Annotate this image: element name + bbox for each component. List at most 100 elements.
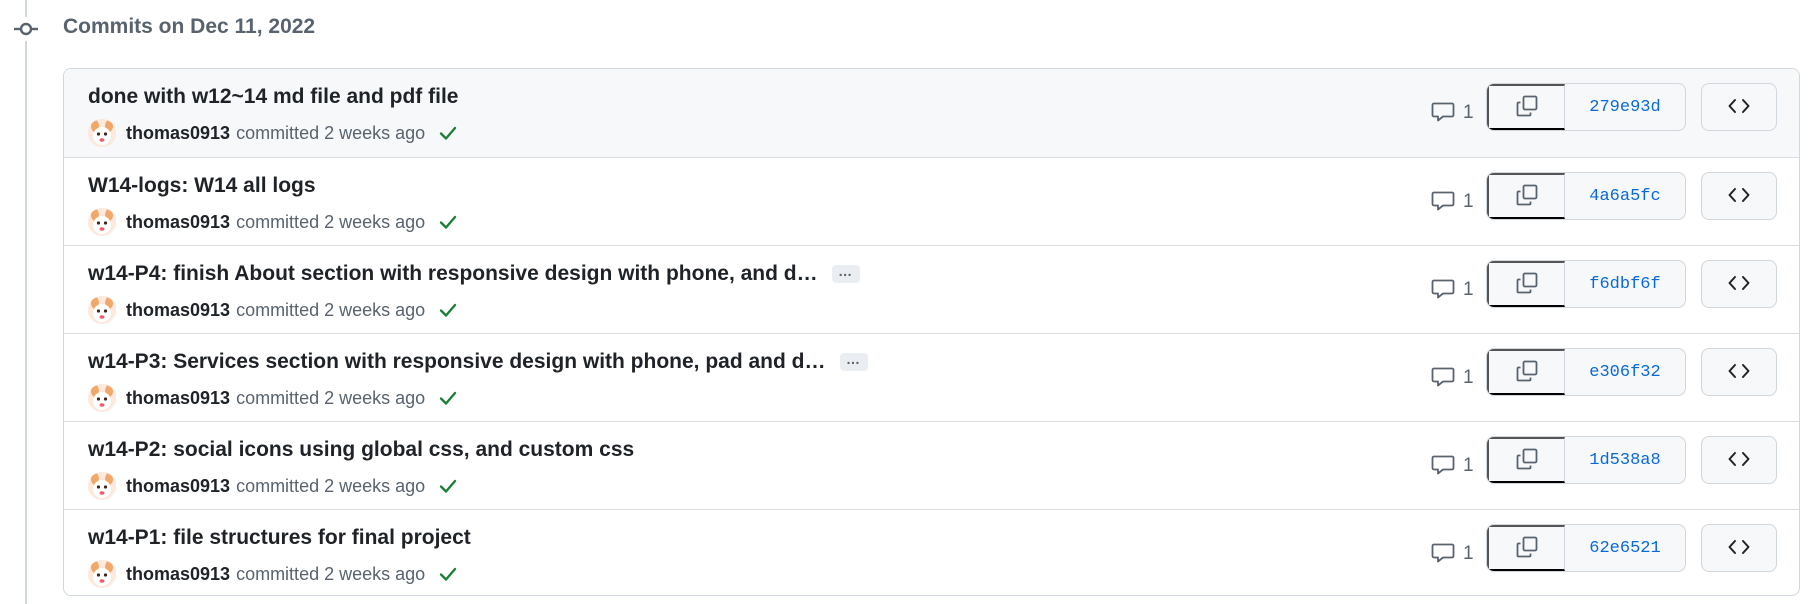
browse-repo-button[interactable] (1701, 524, 1777, 572)
check-icon[interactable] (437, 563, 459, 585)
author-link[interactable]: thomas0913 (126, 300, 230, 321)
commit-row: w14-P1: file structures for final projec… (64, 509, 1799, 595)
author-link[interactable]: thomas0913 (126, 564, 230, 585)
author-link[interactable]: thomas0913 (126, 476, 230, 497)
commit-title-wrap: w14-P4: finish About section with respon… (88, 260, 860, 288)
commit-title-link[interactable]: done with w12~14 md file and pdf file (88, 85, 458, 109)
avatar[interactable] (88, 296, 116, 324)
comments-link[interactable]: 1 (1431, 364, 1474, 392)
timeline-line (25, 0, 27, 604)
comment-count: 1 (1463, 279, 1474, 300)
sha-button-group: 279e93d (1486, 83, 1686, 131)
commit-row: w14-P2: social icons using global css, a… (64, 421, 1799, 509)
comment-icon (1431, 276, 1455, 305)
commit-title-link[interactable]: w14-P1: file structures for final projec… (88, 526, 471, 550)
copy-sha-button[interactable] (1487, 261, 1565, 307)
comment-count: 1 (1463, 102, 1474, 123)
comments-link[interactable]: 1 (1431, 540, 1474, 568)
commit-sha-link[interactable]: f6dbf6f (1565, 261, 1685, 307)
copy-sha-button[interactable] (1487, 349, 1565, 395)
code-icon (1727, 535, 1751, 562)
commit-title-wrap: w14-P2: social icons using global css, a… (88, 436, 634, 464)
comment-count: 1 (1463, 367, 1474, 388)
commit-list: done with w12~14 md file and pdf file th… (63, 68, 1800, 596)
code-icon (1727, 183, 1751, 210)
commit-title-link[interactable]: W14-logs: W14 all logs (88, 174, 316, 198)
commit-row: w14-P4: finish About section with respon… (64, 245, 1799, 333)
commit-sha-link[interactable]: 1d538a8 (1565, 437, 1685, 483)
avatar[interactable] (88, 119, 116, 147)
comments-link[interactable]: 1 (1431, 188, 1474, 216)
copy-icon (1515, 94, 1539, 121)
commit-title-wrap: w14-P3: Services section with responsive… (88, 348, 868, 376)
commit-title-link[interactable]: w14-P2: social icons using global css, a… (88, 438, 634, 462)
avatar[interactable] (88, 472, 116, 500)
author-link[interactable]: thomas0913 (126, 388, 230, 409)
copy-sha-button[interactable] (1487, 525, 1565, 571)
author-link[interactable]: thomas0913 (126, 212, 230, 233)
expand-message-button[interactable]: … (839, 352, 868, 371)
author-link[interactable]: thomas0913 (126, 123, 230, 144)
avatar[interactable] (88, 208, 116, 236)
commit-meta: thomas0913 committed 2 weeks ago (88, 296, 459, 324)
commit-sha-link[interactable]: 62e6521 (1565, 525, 1685, 571)
commit-title-wrap: done with w12~14 md file and pdf file (88, 83, 458, 111)
commit-row: done with w12~14 md file and pdf file th… (64, 69, 1799, 157)
expand-message-button[interactable]: … (831, 264, 860, 283)
comments-link[interactable]: 1 (1431, 99, 1474, 127)
commit-sha-link[interactable]: e306f32 (1565, 349, 1685, 395)
copy-icon (1515, 535, 1539, 562)
copy-icon (1515, 183, 1539, 210)
comment-icon (1431, 452, 1455, 481)
git-commit-icon (14, 17, 38, 41)
comment-icon (1431, 188, 1455, 217)
copy-sha-button[interactable] (1487, 437, 1565, 483)
commit-time: committed 2 weeks ago (236, 563, 426, 584)
code-icon (1727, 271, 1751, 298)
check-icon[interactable] (437, 387, 459, 409)
browse-repo-button[interactable] (1701, 348, 1777, 396)
check-icon[interactable] (437, 211, 459, 233)
code-icon (1727, 359, 1751, 386)
browse-repo-button[interactable] (1701, 436, 1777, 484)
commit-meta: thomas0913 committed 2 weeks ago (88, 472, 459, 500)
commit-title-link[interactable]: w14-P3: Services section with responsive… (88, 350, 826, 374)
sha-button-group: f6dbf6f (1486, 260, 1686, 308)
comment-icon (1431, 364, 1455, 393)
browse-repo-button[interactable] (1701, 83, 1777, 131)
sha-button-group: 1d538a8 (1486, 436, 1686, 484)
avatar[interactable] (88, 560, 116, 588)
commit-title-wrap: w14-P1: file structures for final projec… (88, 524, 471, 552)
commit-sha-link[interactable]: 4a6a5fc (1565, 173, 1685, 219)
browse-repo-button[interactable] (1701, 172, 1777, 220)
check-icon[interactable] (437, 299, 459, 321)
commit-title-wrap: W14-logs: W14 all logs (88, 172, 316, 200)
comments-link[interactable]: 1 (1431, 452, 1474, 480)
sha-button-group: e306f32 (1486, 348, 1686, 396)
commit-group-header: Commits on Dec 11, 2022 (0, 0, 1816, 56)
comment-count: 1 (1463, 455, 1474, 476)
check-icon[interactable] (437, 475, 459, 497)
comments-link[interactable]: 1 (1431, 276, 1474, 304)
comment-count: 1 (1463, 543, 1474, 564)
code-icon (1727, 94, 1751, 121)
copy-sha-button[interactable] (1487, 173, 1565, 219)
commit-time: committed 2 weeks ago (236, 122, 426, 143)
comment-icon (1431, 99, 1455, 128)
commit-row: w14-P3: Services section with responsive… (64, 333, 1799, 421)
commit-sha-link[interactable]: 279e93d (1565, 84, 1685, 130)
avatar[interactable] (88, 384, 116, 412)
sha-button-group: 62e6521 (1486, 524, 1686, 572)
commit-time: committed 2 weeks ago (236, 387, 426, 408)
commit-meta: thomas0913 committed 2 weeks ago (88, 560, 459, 588)
check-icon[interactable] (437, 122, 459, 144)
commit-meta: thomas0913 committed 2 weeks ago (88, 384, 459, 412)
commit-meta: thomas0913 committed 2 weeks ago (88, 119, 459, 147)
commit-title-link[interactable]: w14-P4: finish About section with respon… (88, 262, 818, 286)
commit-time: committed 2 weeks ago (236, 475, 426, 496)
copy-sha-button[interactable] (1487, 84, 1565, 130)
browse-repo-button[interactable] (1701, 260, 1777, 308)
copy-icon (1515, 271, 1539, 298)
commit-meta: thomas0913 committed 2 weeks ago (88, 208, 459, 236)
commit-time: committed 2 weeks ago (236, 299, 426, 320)
